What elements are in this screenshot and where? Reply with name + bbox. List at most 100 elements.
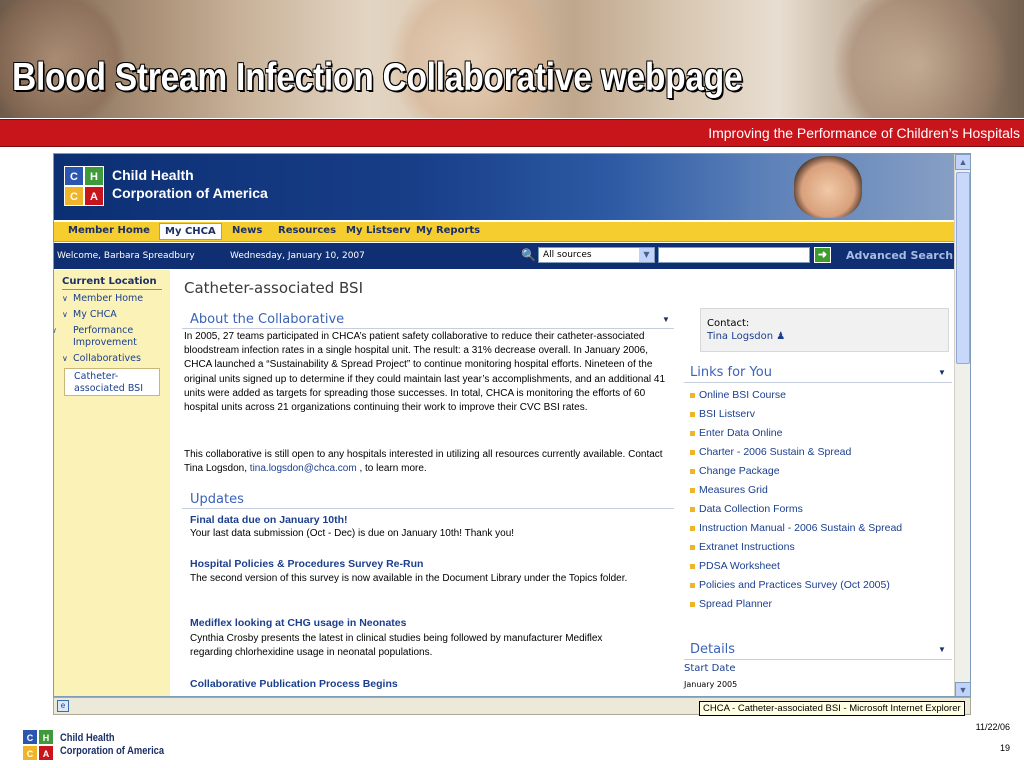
resource-link-label: Measures Grid (699, 484, 768, 496)
contact-email-link[interactable]: tina.logsdon@chca.com (250, 463, 357, 474)
updates-divider (182, 508, 674, 509)
sidebar-item-label: Member Home (73, 293, 144, 304)
footer-logo: C H C A Child Health Corporation of Amer… (20, 725, 180, 765)
sidebar-item-member-home[interactable]: ∨ Member Home (62, 293, 143, 305)
resource-link[interactable]: Policies and Practices Survey (Oct 2005) (690, 579, 890, 591)
chevron-down-icon: ∨ (54, 325, 73, 337)
right-column: Contact: Tina Logsdon ♟ Links for You ▼ … (684, 270, 955, 696)
nav-resources[interactable]: Resources (278, 225, 336, 236)
details-heading: Details (690, 642, 736, 657)
nav-my-chca[interactable]: My CHCA (159, 223, 222, 240)
resource-link-label: Extranet Instructions (699, 541, 795, 553)
chevron-down-icon[interactable]: ▼ (639, 248, 654, 262)
update-body: The second version of this survey is now… (190, 573, 628, 584)
nav-member-home[interactable]: Member Home (68, 225, 150, 236)
links-divider (684, 382, 952, 383)
search-input[interactable] (658, 247, 810, 263)
update-title[interactable]: Final data due on January 10th! (190, 514, 348, 526)
current-date: Wednesday, January 10, 2007 (230, 251, 365, 261)
chevron-down-icon[interactable]: ▼ (938, 368, 946, 377)
bullet-square-icon (690, 487, 695, 493)
bullet-square-icon (690, 411, 695, 417)
resource-link-label: PDSA Worksheet (699, 560, 780, 572)
resource-link[interactable]: Extranet Instructions (690, 541, 795, 553)
chevron-down-icon: ∨ (62, 354, 68, 363)
search-key-icon: 🔍 (521, 248, 536, 262)
update-body: Your last data submission (Oct - Dec) is… (190, 528, 515, 539)
updates-heading: Updates (190, 492, 244, 507)
search-go-button[interactable]: ➜ (814, 247, 831, 263)
sidebar-item-label: My CHCA (73, 309, 117, 320)
resource-link[interactable]: Charter - 2006 Sustain & Spread (690, 446, 851, 458)
web-page: C H C A Child Health Corporation of Amer… (54, 154, 955, 696)
resource-link-label: Enter Data Online (699, 427, 783, 439)
chevron-down-icon[interactable]: ▼ (938, 645, 946, 654)
slide: Blood Stream Infection Collaborative web… (0, 0, 1024, 768)
nav-news[interactable]: News (232, 225, 262, 236)
tagline-bar: Improving the Performance of Children’s … (0, 119, 1024, 147)
resource-link-label: Spread Planner (699, 598, 772, 610)
chevron-down-icon: ∨ (62, 294, 68, 303)
update-title[interactable]: Collaborative Publication Process Begins (190, 678, 398, 690)
nav-my-listserv[interactable]: My Listserv (346, 225, 411, 236)
footer-org-line1: Child Health (60, 732, 115, 744)
advanced-search-link[interactable]: Advanced Search (846, 249, 953, 262)
banner-baby-photo (794, 156, 862, 218)
slide-page-number: 19 (999, 743, 1010, 753)
bullet-square-icon (690, 430, 695, 436)
browser-window: C H C A Child Health Corporation of Amer… (53, 153, 971, 697)
contact-name-link[interactable]: Tina Logsdon ♟ (707, 331, 785, 342)
chevron-down-icon[interactable]: ▼ (662, 315, 670, 324)
main-nav: Member Home My CHCA News Resources My Li… (54, 222, 955, 242)
start-date-label: Start Date (684, 663, 736, 674)
site-org-line2: Corporation of America (112, 185, 268, 201)
chevron-down-icon: ∨ (62, 310, 68, 319)
resource-link[interactable]: Spread Planner (690, 598, 772, 610)
footer-org-name: Child Health Corporation of America (60, 732, 164, 758)
source-selected-value: All sources (543, 250, 592, 260)
bullet-square-icon (690, 525, 695, 531)
sidebar-item-collaboratives[interactable]: ∨ Collaboratives (62, 353, 141, 365)
slide-header-photo: Blood Stream Infection Collaborative web… (0, 0, 1024, 118)
bullet-square-icon (690, 449, 695, 455)
about-divider (182, 328, 674, 329)
start-date-value: January 2005 (684, 680, 738, 689)
resource-link[interactable]: Measures Grid (690, 484, 768, 496)
resource-link-label: Online BSI Course (699, 389, 786, 401)
resource-link[interactable]: Instruction Manual - 2006 Sustain & Spre… (690, 522, 902, 534)
scroll-down-icon[interactable]: ▼ (955, 682, 970, 696)
resource-link[interactable]: Data Collection Forms (690, 503, 803, 515)
sidebar-item-performance-improvement[interactable]: ∨Performance Improvement (54, 325, 162, 349)
resource-link[interactable]: Online BSI Course (690, 389, 786, 401)
resource-link[interactable]: Enter Data Online (690, 427, 782, 439)
contact-name: Tina Logsdon (707, 331, 774, 342)
chca-logo-icon[interactable]: C H C A (60, 162, 108, 210)
scrollbar-thumb[interactable] (956, 172, 970, 364)
about-heading: About the Collaborative (190, 312, 345, 327)
resource-link[interactable]: BSI Listserv (690, 408, 755, 420)
nav-my-reports[interactable]: My Reports (416, 225, 480, 236)
update-title[interactable]: Mediflex looking at CHG usage in Neonate… (190, 617, 406, 629)
site-org-name[interactable]: Child Health Corporation of America (112, 166, 268, 202)
sidebar-item-my-chca[interactable]: ∨ My CHCA (62, 309, 117, 321)
site-org-line1: Child Health (112, 167, 194, 183)
update-body: Cynthia Crosby presents the latest in cl… (190, 633, 603, 658)
banner-photo (614, 154, 955, 220)
source-select[interactable]: All sources ▼ (538, 247, 655, 263)
resource-link-label: Charter - 2006 Sustain & Spread (699, 446, 852, 458)
bullet-square-icon (690, 544, 695, 550)
slide-title: Blood Stream Infection Collaborative web… (12, 56, 743, 99)
sidebar-item-current[interactable]: Catheter-associated BSI (64, 368, 160, 396)
header-face-right (820, 0, 1020, 118)
vertical-scrollbar[interactable]: ▲ ▼ (954, 154, 970, 696)
resource-link[interactable]: PDSA Worksheet (690, 560, 780, 572)
resource-link-label: Instruction Manual - 2006 Sustain & Spre… (699, 522, 903, 534)
bullet-square-icon (690, 563, 695, 569)
about-contact-suffix: , to learn more. (356, 463, 427, 475)
resource-link-label: BSI Listserv (699, 408, 756, 420)
resource-link[interactable]: Change Package (690, 465, 780, 477)
logo-cube-h: H (84, 166, 104, 186)
site-banner: C H C A Child Health Corporation of Amer… (54, 154, 955, 220)
update-title[interactable]: Hospital Policies & Procedures Survey Re… (190, 558, 423, 570)
scroll-up-icon[interactable]: ▲ (955, 154, 970, 170)
